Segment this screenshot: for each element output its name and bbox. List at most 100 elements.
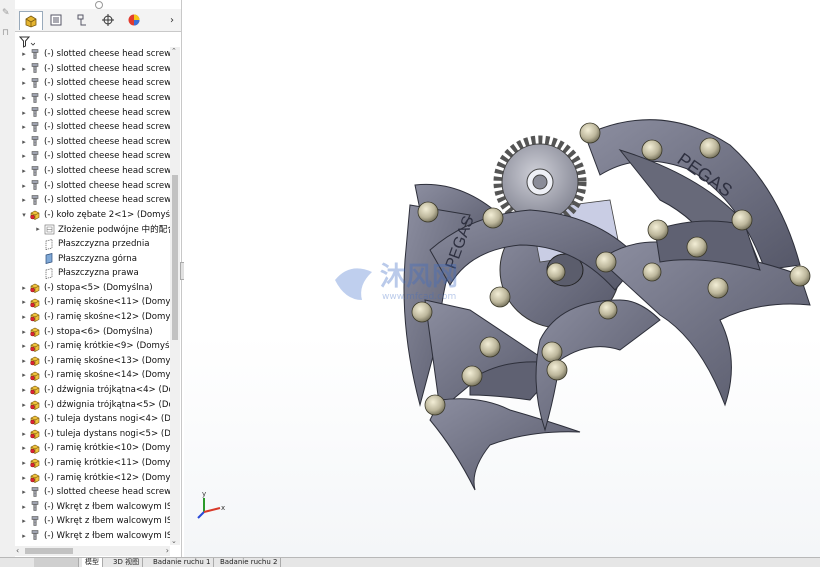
tree-item[interactable]: ▸ (-) slotted cheese head screw_is bbox=[15, 193, 170, 208]
feature-tree: ▸ (-) slotted cheese head screw_is ▸ (-) sl… bbox=[15, 47, 170, 545]
tree-item[interactable]: ▸ (-) ramię skośne<13> (Domyśln bbox=[15, 353, 170, 368]
scroll-right-icon[interactable]: › bbox=[166, 546, 169, 555]
tree-item[interactable]: ▸ (-) ramię krótkie<12> (Domyśln bbox=[15, 470, 170, 485]
tab-property-manager[interactable] bbox=[45, 11, 67, 29]
tree-horizontal-scrollbar[interactable]: ‹ › bbox=[15, 546, 170, 556]
filter-icon[interactable] bbox=[18, 33, 39, 48]
screw-icon bbox=[29, 48, 41, 60]
expand-arrow-icon[interactable]: ▸ bbox=[19, 182, 29, 190]
expand-arrow-icon[interactable]: ▸ bbox=[19, 430, 29, 438]
expand-arrow-icon[interactable]: ▸ bbox=[19, 401, 29, 409]
expand-arrow-icon[interactable]: ▸ bbox=[19, 415, 29, 423]
assembly-model[interactable]: PEGAS PEGAS 沐风网 www.mfcad.com x y bbox=[184, 0, 820, 557]
tree-item[interactable]: Płaszczyzna przednia bbox=[15, 237, 170, 252]
tree-item[interactable]: ▸ (-) slotted cheese head screw_is bbox=[15, 120, 170, 135]
scroll-thumb[interactable] bbox=[172, 175, 178, 340]
tree-item[interactable]: ▸ (-) tuleja dystans nogi<5> (Dom bbox=[15, 426, 170, 441]
scroll-left-icon[interactable]: ‹ bbox=[16, 546, 19, 555]
expand-arrow-icon[interactable]: ▸ bbox=[19, 517, 29, 525]
tree-item[interactable]: ▸ (-) slotted cheese head screw_is bbox=[15, 149, 170, 164]
expand-arrow-icon[interactable]: ▸ bbox=[19, 94, 29, 102]
configuration-manager-icon bbox=[77, 14, 86, 26]
bolt bbox=[546, 262, 566, 282]
collapse-arrow-icon[interactable]: ▾ bbox=[19, 211, 29, 219]
expand-arrow-icon[interactable]: ▸ bbox=[19, 474, 29, 482]
collapse-icon[interactable]: ⊓ bbox=[2, 28, 12, 38]
tree-item-label: (-) ramię krótkie<12> (Domyśln bbox=[44, 472, 170, 483]
tab-configuration-manager[interactable] bbox=[71, 11, 93, 29]
expand-arrow-icon[interactable]: ▸ bbox=[19, 342, 29, 350]
tree-item[interactable]: ▸ (-) slotted cheese head screw_is bbox=[15, 91, 170, 106]
expand-arrow-icon[interactable]: ▸ bbox=[19, 357, 29, 365]
expand-arrow-icon[interactable]: ▸ bbox=[19, 109, 29, 117]
tree-item[interactable]: ▸ (-) stopa<5> (Domyślna) bbox=[15, 281, 170, 296]
bolt bbox=[598, 300, 618, 320]
expand-arrow-icon[interactable]: ▸ bbox=[19, 313, 29, 321]
expand-arrow-icon[interactable]: ▸ bbox=[19, 79, 29, 87]
tree-item[interactable]: ▸ (-) ramię skośne<11> (Domyśln bbox=[15, 295, 170, 310]
tree-item[interactable]: ▸ (-) Wkręt z łbem walcowym ISO bbox=[15, 529, 170, 544]
tree-item[interactable]: ▸ (-) slotted cheese head screw_is bbox=[15, 164, 170, 179]
scroll-down-icon[interactable]: ⌄ bbox=[171, 537, 177, 545]
tree-item[interactable]: ▸ (-) ramię krótkie<9> (Domyślna bbox=[15, 339, 170, 354]
bolt bbox=[789, 265, 811, 287]
tree-item-label: (-) koło zębate 2<1> (Domyślna bbox=[44, 209, 170, 220]
expand-arrow-icon[interactable]: ▸ bbox=[19, 532, 29, 540]
expand-arrow-icon[interactable]: ▸ bbox=[19, 50, 29, 58]
tree-item[interactable]: ▸ (-) slotted cheese head screw_is bbox=[15, 178, 170, 193]
tree-item[interactable]: ▸ (-) slotted cheese head screw_is bbox=[15, 47, 170, 62]
expand-arrow-icon[interactable]: ▸ bbox=[19, 503, 29, 511]
tree-item[interactable]: ▸ (-) ramię krótkie<11> (Domyśln bbox=[15, 456, 170, 471]
tree-item[interactable]: ▸ (-) slotted cheese head screw_is bbox=[15, 62, 170, 77]
tree-item[interactable]: ▸ (-) tuleja dystans nogi<4> (Dom bbox=[15, 412, 170, 427]
expand-arrow-icon[interactable]: ▸ bbox=[19, 386, 29, 394]
expand-arrow-icon[interactable]: ▸ bbox=[19, 328, 29, 336]
tree-item[interactable]: ▸ (-) ramię skośne<12> (Domyśln bbox=[15, 310, 170, 325]
hscroll-thumb[interactable] bbox=[25, 548, 73, 554]
expand-arrow-icon[interactable]: ▸ bbox=[19, 196, 29, 204]
graphics-viewport[interactable]: PEGAS PEGAS 沐风网 www.mfcad.com x y bbox=[184, 0, 820, 557]
expand-arrow-icon[interactable]: ▸ bbox=[19, 488, 29, 496]
tree-item[interactable]: ▸ (-) dźwignia trójkątna<5> (Dom bbox=[15, 397, 170, 412]
tree-item[interactable]: ▸ Złożenie podwójne 中的配合 bbox=[15, 222, 170, 237]
tree-item[interactable]: ▸ (-) slotted cheese head screw_is bbox=[15, 135, 170, 150]
plane-icon bbox=[43, 238, 55, 250]
tab-display-manager[interactable] bbox=[123, 11, 145, 29]
expand-arrow-icon[interactable]: ▸ bbox=[33, 225, 43, 233]
tree-item[interactable]: ▸ (-) stopa<6> (Domyślna) bbox=[15, 324, 170, 339]
tree-item-label: (-) slotted cheese head screw_is bbox=[44, 136, 170, 147]
tabs-more-chevron-icon[interactable]: › bbox=[165, 11, 179, 29]
expand-arrow-icon[interactable]: ▸ bbox=[19, 371, 29, 379]
expand-arrow-icon[interactable]: ▸ bbox=[19, 444, 29, 452]
tree-item[interactable]: ▸ (-) ramię krótkie<10> (Domyśln bbox=[15, 441, 170, 456]
tree-item[interactable]: ▸ (-) dźwignia trójkątna<4> (Dom bbox=[15, 383, 170, 398]
tree-item[interactable]: Płaszczyzna górna bbox=[15, 251, 170, 266]
tree-item[interactable]: ▸ (-) slotted cheese head screw_is bbox=[15, 105, 170, 120]
expand-arrow-icon[interactable]: ▸ bbox=[19, 284, 29, 292]
expand-arrow-icon[interactable]: ▸ bbox=[19, 152, 29, 160]
tree-item[interactable]: ▸ (-) slotted cheese head screw_is bbox=[15, 485, 170, 500]
part-icon bbox=[29, 414, 41, 425]
tab-dimxpert-manager[interactable] bbox=[97, 11, 119, 29]
tree-item[interactable]: ▸ (-) Wkręt z łbem walcowym ISO bbox=[15, 499, 170, 514]
expand-arrow-icon[interactable]: ▸ bbox=[19, 138, 29, 146]
tree-vertical-scrollbar[interactable]: ⌃ ⌄ bbox=[170, 47, 180, 545]
scroll-up-icon[interactable]: ⌃ bbox=[171, 47, 177, 55]
tree-item[interactable]: ▸ (-) slotted cheese head screw_is bbox=[15, 76, 170, 91]
expand-arrow-icon[interactable]: ▸ bbox=[19, 459, 29, 467]
tree-item[interactable]: ▸ (-) Wkręt z łbem walcowym ISO bbox=[15, 514, 170, 529]
part-icon bbox=[29, 370, 41, 381]
tree-item[interactable]: Płaszczyzna prawa bbox=[15, 266, 170, 281]
tree-item[interactable]: ▾ (-) koło zębate 2<1> (Domyślna bbox=[15, 208, 170, 223]
expand-arrow-icon[interactable]: ▸ bbox=[19, 123, 29, 131]
panel-grip-icon[interactable] bbox=[95, 1, 103, 9]
tree-item[interactable]: ▸ (-) ramię skośne<14> (Domyśln bbox=[15, 368, 170, 383]
expand-arrow-icon[interactable]: ▸ bbox=[19, 298, 29, 306]
tree-item-label: (-) Wkręt z łbem walcowym ISO bbox=[44, 501, 170, 512]
sketch-icon[interactable]: ✎ bbox=[2, 8, 12, 18]
expand-arrow-icon[interactable]: ▸ bbox=[19, 65, 29, 73]
expand-arrow-icon[interactable]: ▸ bbox=[19, 167, 29, 175]
part-icon bbox=[29, 341, 41, 352]
screw-icon bbox=[29, 515, 41, 527]
tab-feature-manager[interactable] bbox=[19, 11, 43, 30]
